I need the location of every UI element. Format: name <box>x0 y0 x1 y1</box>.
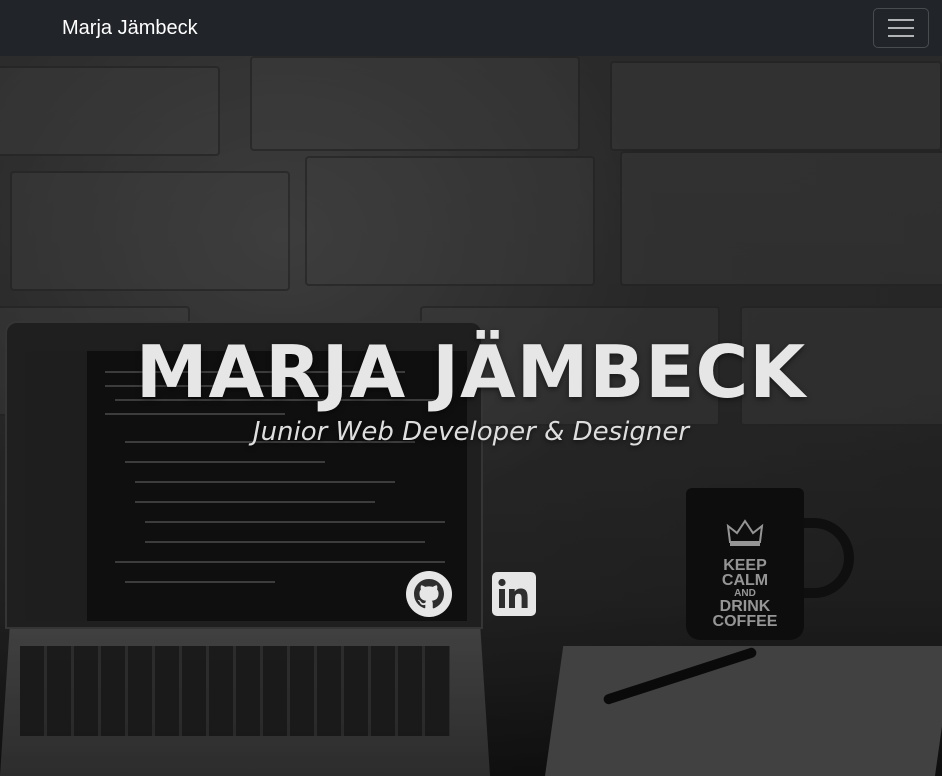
navbar-brand[interactable]: Marja Jämbeck <box>62 14 198 42</box>
github-link[interactable] <box>405 570 453 618</box>
hero-title: MARJA JÄMBECK <box>135 330 807 414</box>
hamburger-menu-icon-bar <box>888 27 914 29</box>
navbar-toggler-button[interactable] <box>873 8 929 48</box>
hamburger-menu-icon <box>888 19 914 21</box>
linkedin-link[interactable] <box>490 570 538 618</box>
hamburger-menu-icon-bar <box>888 35 914 37</box>
linkedin-icon <box>492 572 536 616</box>
github-icon <box>406 571 452 617</box>
hero-subtitle: Junior Web Developer & Designer <box>252 417 690 447</box>
navbar: Marja Jämbeck <box>0 0 942 56</box>
